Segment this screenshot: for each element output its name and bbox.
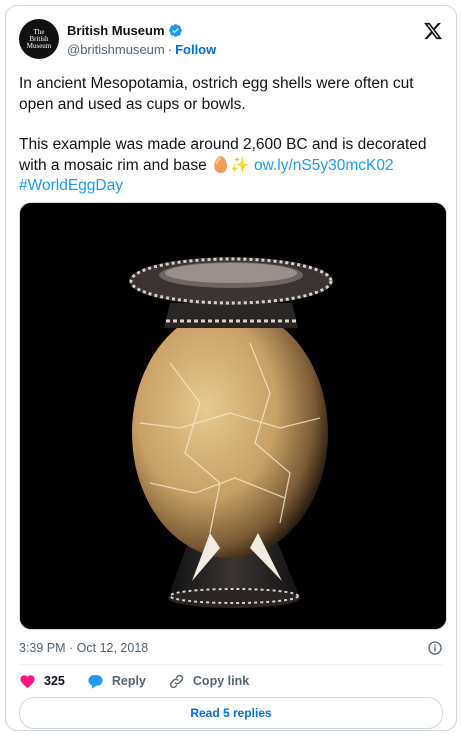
reply-bubble-icon	[88, 674, 103, 689]
x-logo-icon[interactable]	[423, 21, 443, 41]
copy-link-label: Copy link	[192, 674, 250, 688]
tweet-paragraph-1: In ancient Mesopotamia, ostrich egg shel…	[19, 75, 414, 113]
separator-dot: ·	[167, 42, 173, 57]
tweet-header: The British Museum British Museum @briti…	[19, 19, 443, 63]
tweet-text: In ancient Mesopotamia, ostrich egg shel…	[19, 74, 444, 197]
tweet-link[interactable]: ow.ly/nS5y30mcK02	[254, 157, 394, 174]
author-block: British Museum @britishmuseum · Follow	[67, 21, 216, 58]
emoji-egg-sparkles: 🥚✨	[211, 156, 250, 174]
timestamp[interactable]: 3:39 PM · Oct 12, 2018	[19, 641, 148, 655]
reply-label: Reply	[111, 674, 146, 688]
link-icon	[169, 674, 184, 688]
tweet-meta: 3:39 PM · Oct 12, 2018	[19, 638, 443, 658]
tweet-embed-card: The British Museum British Museum @briti…	[5, 5, 457, 731]
avatar[interactable]: The British Museum	[19, 19, 59, 59]
info-icon[interactable]	[427, 640, 443, 656]
heart-icon	[20, 674, 35, 688]
hashtag-link[interactable]: #WorldEggDay	[19, 177, 123, 194]
author-handle[interactable]: @britishmuseum	[67, 42, 165, 57]
like-button[interactable]: 325	[19, 673, 65, 690]
tweet-media-image[interactable]	[19, 202, 447, 630]
read-replies-button[interactable]: Read 5 replies	[19, 697, 443, 729]
follow-button[interactable]: Follow	[175, 42, 216, 57]
verified-badge-icon	[168, 23, 182, 37]
like-count: 325	[44, 674, 65, 688]
ostrich-egg-vessel-image	[20, 203, 446, 629]
author-name[interactable]: British Museum	[67, 23, 165, 38]
reply-button[interactable]: Reply	[87, 673, 146, 690]
copy-link-button[interactable]: Copy link	[168, 673, 249, 690]
divider	[19, 664, 443, 665]
avatar-text-line: Museum	[26, 41, 52, 50]
tweet-actions: 325 Reply Copy link	[19, 671, 271, 691]
tweet-paragraph-2: This example was made around 2,600 BC an…	[19, 135, 444, 197]
